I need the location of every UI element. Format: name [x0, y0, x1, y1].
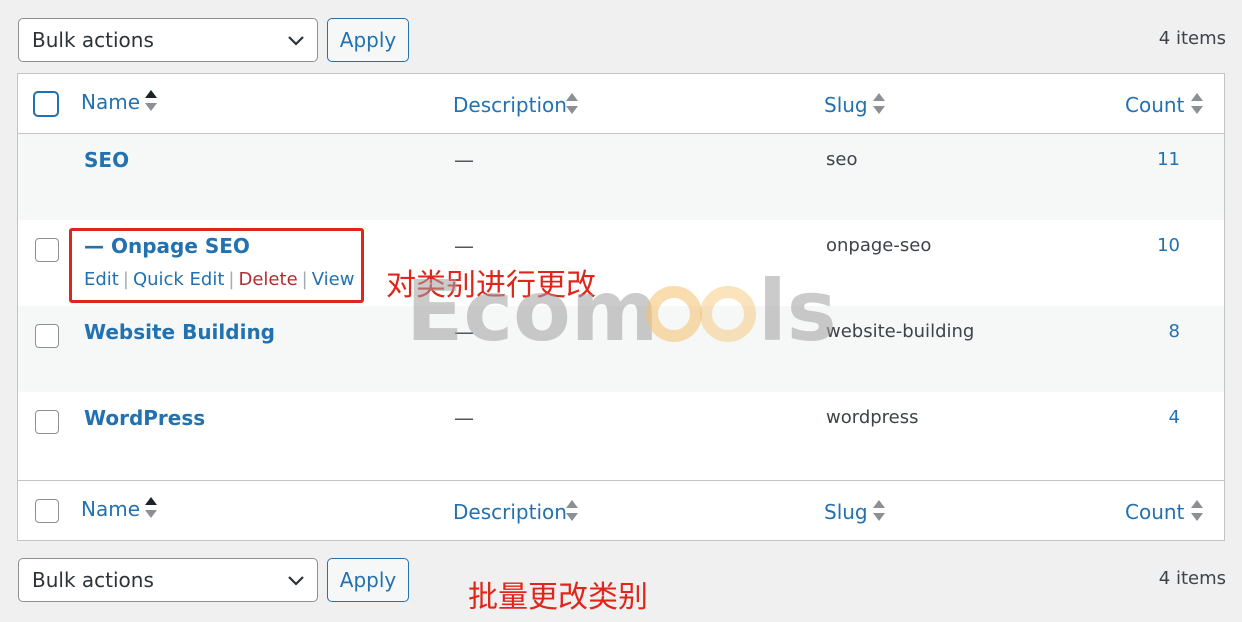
term-count-link[interactable]: 4 [1169, 407, 1180, 428]
term-description: — [454, 406, 474, 430]
sort-icon[interactable] [565, 91, 579, 117]
sort-asc-icon[interactable] [144, 88, 158, 114]
bulk-actions-select[interactable]: Bulk actions [18, 18, 318, 62]
chevron-down-icon [288, 36, 304, 46]
sort-asc-icon[interactable] [144, 495, 158, 521]
term-description: — [454, 234, 474, 258]
term-name-link[interactable]: WordPress [84, 406, 205, 430]
column-slug-header[interactable]: Slug [824, 500, 868, 524]
tablenav-top: Bulk actions Apply 4 items [18, 18, 1226, 62]
table-header: Name Description Slug Count [18, 74, 1224, 134]
categories-table: Name Description Slug Count SEO — seo 11… [17, 73, 1225, 541]
items-count: 4 items [1158, 28, 1226, 49]
items-count: 4 items [1158, 568, 1226, 589]
term-count-link[interactable]: 10 [1157, 235, 1180, 256]
column-name-header[interactable]: Name [81, 90, 140, 114]
term-slug: seo [826, 149, 858, 170]
row-checkbox[interactable] [35, 238, 59, 262]
term-count-link[interactable]: 8 [1169, 321, 1180, 342]
column-name-header[interactable]: Name [81, 497, 140, 521]
column-count-header[interactable]: Count [1125, 500, 1184, 524]
sort-icon[interactable] [872, 498, 886, 524]
term-name-link[interactable]: Website Building [84, 320, 275, 344]
term-slug: website-building [826, 321, 975, 342]
term-slug: wordpress [826, 407, 919, 428]
sort-icon[interactable] [1190, 498, 1204, 524]
table-row: SEO — seo 11 [18, 134, 1224, 220]
select-all-checkbox[interactable] [33, 91, 59, 117]
row-checkbox[interactable] [35, 410, 59, 434]
term-description: — [454, 148, 474, 172]
table-row: WordPress — wordpress 4 [18, 392, 1224, 478]
term-slug: onpage-seo [826, 235, 932, 256]
term-count-link[interactable]: 11 [1157, 149, 1180, 170]
bulk-actions-label: Bulk actions [32, 28, 154, 52]
chevron-down-icon [288, 576, 304, 586]
highlight-box [69, 228, 364, 303]
table-footer: Name Description Slug Count [18, 480, 1224, 540]
annotation-bulk-edit: 批量更改类别 [468, 580, 648, 615]
column-description-header[interactable]: Description [453, 500, 567, 524]
select-all-checkbox[interactable] [35, 499, 59, 523]
annotation-edit-category: 对类别进行更改 [386, 268, 596, 303]
sort-icon[interactable] [1190, 91, 1204, 117]
term-description: — [454, 320, 474, 344]
apply-button[interactable]: Apply [327, 18, 409, 62]
column-slug-header[interactable]: Slug [824, 93, 868, 117]
bulk-actions-label: Bulk actions [32, 568, 154, 592]
term-name-link[interactable]: SEO [84, 148, 129, 172]
column-description-header[interactable]: Description [453, 93, 567, 117]
sort-icon[interactable] [872, 91, 886, 117]
sort-icon[interactable] [565, 498, 579, 524]
row-checkbox[interactable] [35, 324, 59, 348]
bulk-actions-select[interactable]: Bulk actions [18, 558, 318, 602]
column-count-header[interactable]: Count [1125, 93, 1184, 117]
apply-button[interactable]: Apply [327, 558, 409, 602]
table-row: Website Building — website-building 8 [18, 306, 1224, 392]
